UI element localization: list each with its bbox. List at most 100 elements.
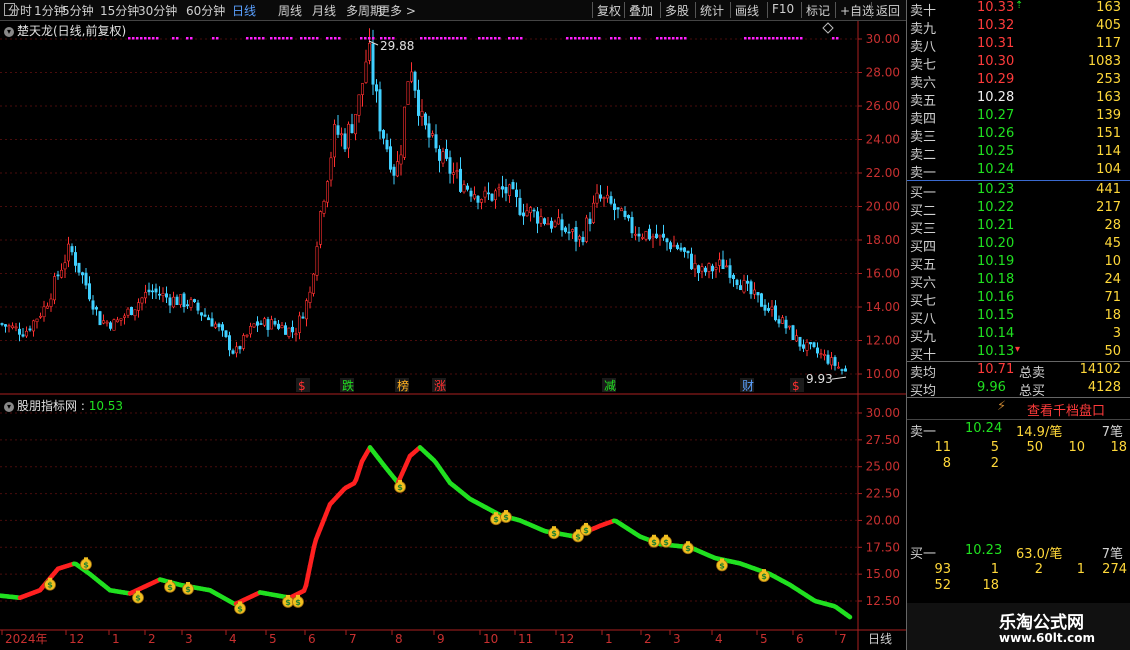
toolbar-action-button[interactable]: 叠加	[629, 2, 653, 19]
signal-dot	[672, 37, 675, 40]
signal-dot	[246, 37, 249, 40]
signal-dot	[634, 37, 637, 40]
watermark-name: 乐淘公式网	[999, 613, 1084, 633]
diamond-icon[interactable]	[822, 22, 834, 34]
chevron-down-icon[interactable]: ▾	[4, 26, 14, 37]
signal-dot	[172, 37, 175, 40]
window-icon[interactable]	[4, 3, 15, 16]
toolbar-action-button[interactable]: 返回	[876, 2, 900, 19]
signal-dot	[144, 37, 147, 40]
money-bag-icon: $	[719, 561, 725, 570]
money-bag-icon: $	[685, 544, 691, 553]
toolbar-action-button[interactable]: 标记	[806, 2, 830, 19]
candle-body	[102, 320, 106, 324]
order-level-row: 卖六 10.29 253	[907, 72, 1130, 91]
candle-body	[633, 233, 637, 236]
indicator-tick-label: 17.50	[866, 540, 900, 554]
period-tab[interactable]: 月线	[312, 2, 336, 19]
signal-dot	[516, 37, 519, 40]
level-price: 10.13	[977, 344, 1015, 359]
low-price-label: 9.93	[806, 372, 833, 386]
signal-dot	[764, 37, 767, 40]
signal-dot	[630, 37, 633, 40]
toolbar-action-button[interactable]: 画线	[735, 2, 759, 19]
toolbar-action-button[interactable]: 多股	[665, 2, 689, 19]
signal-dot	[598, 37, 601, 40]
signal-dot	[776, 37, 779, 40]
level-label: 卖十	[910, 4, 937, 19]
money-bag-icon: $	[397, 483, 403, 492]
candle-body	[476, 195, 480, 203]
period-tab[interactable]: 60分钟	[186, 2, 225, 19]
candle-body	[455, 170, 459, 172]
candle-body	[70, 246, 74, 253]
candle-body	[235, 346, 239, 354]
signal-dot	[308, 37, 311, 40]
toolbar-action-button[interactable]: 统计	[700, 2, 724, 19]
time-axis-label: 12	[559, 632, 574, 646]
period-tab[interactable]: 15分钟	[100, 2, 139, 19]
candle-body	[74, 252, 78, 266]
money-bag-icon: $	[663, 538, 669, 547]
period-tab[interactable]: 更多 >	[378, 2, 416, 19]
candle-body	[584, 217, 588, 242]
candle-body	[840, 369, 844, 371]
level-volume: 50	[1104, 344, 1121, 359]
order-book-panel: 卖十 10.33 163 ⇡ 卖九 10.32 405 卖八 10.31 117 卖七 10.30 10…	[906, 0, 1130, 650]
period-tab[interactable]: 周线	[278, 2, 302, 19]
total-sell-label: 总卖	[1019, 366, 1046, 381]
period-tab[interactable]: 30分钟	[138, 2, 177, 19]
signal-dot	[326, 37, 329, 40]
chart-area[interactable]: 30.00 28.00 26.00 24.00 22.00 20.00 18.00 16.00…	[0, 21, 906, 650]
candle-body	[787, 325, 791, 328]
level-label: 卖八	[910, 40, 937, 55]
view-depth-button[interactable]: ⚡ 查看千档盘口	[907, 397, 1130, 419]
candle-body	[24, 330, 28, 337]
candle-body	[56, 274, 60, 277]
toolbar-separator	[835, 2, 836, 18]
candle-body	[612, 203, 616, 211]
period-tab[interactable]: 日线	[232, 2, 256, 19]
candle-body	[196, 302, 200, 311]
signal-dot	[274, 37, 277, 40]
stock-title: 楚天龙(日线,前复权)	[17, 24, 127, 38]
candle-body	[182, 293, 186, 307]
candle-body	[542, 218, 546, 224]
candle-body	[469, 190, 473, 197]
signal-dot	[290, 37, 293, 40]
signal-dot	[286, 37, 289, 40]
candle-body	[514, 189, 518, 198]
money-bag-icon: $	[285, 598, 291, 607]
signal-dot	[744, 37, 747, 40]
candle-body	[332, 124, 336, 158]
period-tab[interactable]: 多周期	[346, 2, 382, 19]
candle-body	[144, 292, 148, 299]
candle-body	[518, 197, 522, 215]
candle-body	[119, 318, 123, 321]
candle-body	[822, 354, 826, 356]
candle-body	[360, 83, 364, 95]
toolbar-action-button[interactable]: 复权	[597, 2, 621, 19]
order-level-row: 买一 10.23 441	[907, 182, 1130, 201]
signal-dot	[304, 37, 307, 40]
level-label: 卖七	[910, 58, 937, 73]
candle-body	[717, 259, 721, 266]
order-level-row: 卖四 10.27 139	[907, 108, 1130, 127]
lightning-icon: ⚡	[997, 399, 1007, 414]
period-tab[interactable]: 5分钟	[62, 2, 94, 19]
level-label: 买七	[910, 294, 937, 309]
signal-dot	[312, 37, 315, 40]
level-price: 10.24	[977, 162, 1015, 177]
chevron-down-icon[interactable]: ▾	[4, 401, 14, 412]
order-level-row: 买四 10.20 45	[907, 236, 1130, 255]
signal-dot	[768, 37, 771, 40]
candle-body	[228, 335, 232, 351]
candle-body	[322, 200, 326, 214]
money-bag-icon: $	[575, 532, 581, 541]
signal-dot	[128, 37, 131, 40]
candle-body	[423, 113, 427, 126]
candle-body	[221, 324, 225, 331]
toolbar-action-button[interactable]: +自选	[840, 2, 874, 19]
period-tab[interactable]: 1分钟	[34, 2, 66, 19]
toolbar-action-button[interactable]: F10	[772, 2, 794, 16]
